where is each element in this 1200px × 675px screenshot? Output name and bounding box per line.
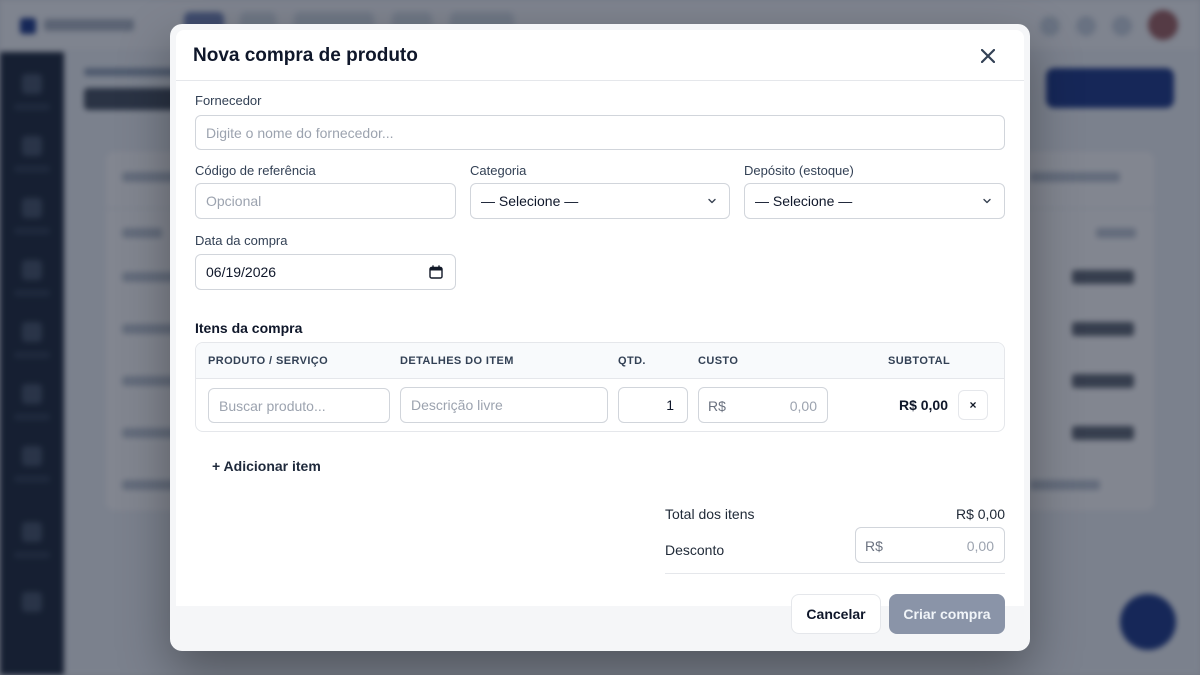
discount-currency-prefix: R$	[865, 538, 883, 554]
total-items-value: R$ 0,00	[955, 506, 1005, 522]
product-search-input[interactable]	[208, 388, 390, 423]
date-label: Data da compra	[195, 233, 288, 248]
category-label: Categoria	[470, 163, 527, 178]
purchase-date-input[interactable]: 06/19/2026	[195, 254, 456, 290]
chevron-down-icon	[708, 198, 716, 204]
discount-value: 0,00	[966, 538, 994, 554]
item-details-input[interactable]	[400, 387, 608, 423]
add-item-button[interactable]: + Adicionar item	[212, 458, 321, 474]
modal-header: Nova compra de produto	[176, 30, 1024, 81]
calendar-icon[interactable]	[429, 265, 443, 279]
new-purchase-modal: Nova compra de produto Fornecedor Código…	[170, 24, 1030, 651]
column-header-qty: QTD.	[618, 355, 646, 367]
warehouse-label: Depósito (estoque)	[744, 163, 854, 178]
column-header-cost: CUSTO	[698, 355, 739, 367]
purchase-date-value: 06/19/2026	[206, 264, 277, 280]
supplier-input[interactable]	[195, 115, 1005, 150]
warehouse-select-value: — Selecione —	[755, 193, 853, 209]
summary-divider	[665, 573, 1005, 574]
discount-label: Desconto	[665, 542, 725, 558]
column-header-details: DETALHES DO ITEM	[400, 355, 514, 367]
quantity-value: 1	[666, 397, 674, 413]
column-header-subtotal: SUBTOTAL	[888, 355, 951, 367]
chevron-down-icon	[983, 198, 991, 204]
reference-label: Código de referência	[195, 163, 316, 178]
remove-icon: ×	[969, 398, 977, 412]
cost-input[interactable]: R$ 0,00	[698, 387, 828, 423]
column-header-product: PRODUTO / SERVIÇO	[208, 355, 329, 367]
supplier-label: Fornecedor	[195, 93, 262, 108]
quantity-input[interactable]: 1	[618, 387, 688, 423]
items-table-header: PRODUTO / SERVIÇO DETALHES DO ITEM QTD. …	[196, 343, 1004, 379]
discount-input[interactable]: R$ 0,00	[855, 527, 1005, 563]
close-button[interactable]	[976, 44, 1000, 68]
cost-currency-prefix: R$	[708, 398, 726, 414]
cancel-button[interactable]: Cancelar	[791, 594, 881, 634]
items-table: PRODUTO / SERVIÇO DETALHES DO ITEM QTD. …	[195, 342, 1005, 432]
row-subtotal: R$ 0,00	[898, 397, 948, 413]
items-section-title: Itens da compra	[195, 320, 303, 336]
category-select[interactable]: — Selecione —	[470, 183, 730, 219]
close-icon	[981, 49, 995, 63]
warehouse-select[interactable]: — Selecione —	[744, 183, 1005, 219]
modal-title: Nova compra de produto	[193, 45, 418, 66]
modal-body: Nova compra de produto Fornecedor Código…	[176, 30, 1024, 606]
cost-value: 0,00	[789, 398, 817, 414]
total-items-label: Total dos itens	[665, 506, 755, 522]
create-purchase-button[interactable]: Criar compra	[889, 594, 1005, 634]
remove-item-button[interactable]: ×	[958, 390, 988, 420]
category-select-value: — Selecione —	[481, 193, 579, 209]
reference-input[interactable]	[195, 183, 456, 219]
